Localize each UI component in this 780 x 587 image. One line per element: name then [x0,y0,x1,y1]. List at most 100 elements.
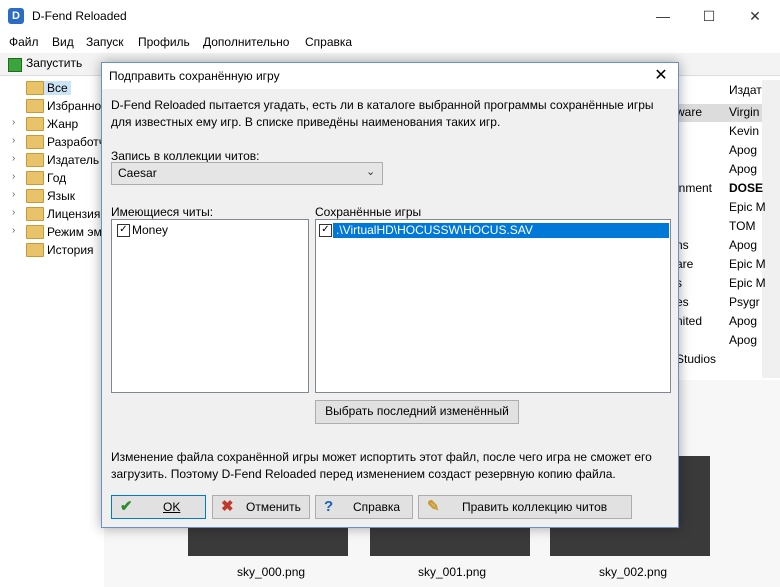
tree-expander[interactable]: › [12,225,15,236]
tree-item-license[interactable]: › Лицензия [12,205,104,223]
tree-item-label: Издатель [47,153,100,167]
saved-games-list[interactable]: ✓ .\VirtualHD\HOCUSSW\HOCUS.SAV [315,219,671,393]
menu-profile[interactable]: Профиль [138,35,190,49]
folder-icon [26,153,44,167]
cheat-record-value: Caesar [118,166,157,180]
checkmark-icon: ✔ [120,498,133,515]
list-cell: Epic M [729,276,766,290]
folder-icon [26,189,44,203]
list-cell: Kevin [729,124,760,138]
edit-cheat-collection-button[interactable]: ✎ Править коллекцию читов [418,495,632,519]
tree-item-genre[interactable]: › Жанр [12,115,104,133]
tree-item-label: Все [44,81,71,95]
list-cell: ware [676,105,703,119]
tree-item-label: История [47,243,94,257]
cancel-button[interactable]: ✖ Отменить [212,495,310,519]
select-last-modified-button[interactable]: Выбрать последний изменённый [315,400,519,424]
chevron-down-icon: ⌄ [366,166,376,178]
thumbnail-label: sky_002.png [599,565,668,579]
checkbox-checked[interactable]: ✓ [319,224,332,237]
cheat-record-dropdown[interactable]: Caesar ⌄ [111,162,383,185]
dialog-close-button[interactable]: ✕ [650,66,672,86]
pencil-icon: ✎ [427,498,440,515]
menu-help[interactable]: Справка [305,35,352,49]
cheat-label: Money [132,223,169,237]
tree-item-history[interactable]: История [12,241,104,259]
list-cell: Apog [729,314,758,328]
thumbnail-label: sky_001.png [418,565,487,579]
tree-expander[interactable]: › [12,153,15,164]
folder-icon [26,81,44,95]
available-cheats-list[interactable]: ✓ Money [111,219,309,393]
menu-file[interactable]: Файл [9,35,39,49]
list-cell: Epic M [729,257,766,271]
list-cell: Apog [729,238,758,252]
help-label: Справка [353,500,401,514]
question-icon: ? [324,498,334,515]
cancel-label: Отменить [246,500,301,514]
list-cell: Studios [676,352,717,366]
tree-item-label: Жанр [47,117,79,131]
tree-item-favorites[interactable]: Избранное [12,97,104,115]
list-cell: TOM [729,219,756,233]
folder-icon [26,225,44,239]
checkbox-checked[interactable]: ✓ [117,224,130,237]
cancel-x-icon: ✖ [221,498,234,515]
thumbnail-label: sky_000.png [237,565,306,579]
tree-item-year[interactable]: › Год [12,169,104,187]
cheat-record-label: Запись в коллекции читов: [111,149,260,163]
ok-button[interactable]: ✔ OK [111,495,206,519]
tree-item-developer[interactable]: › Разработчик [12,133,104,151]
game-list-scrollbar[interactable] [762,80,780,378]
close-window-button[interactable]: ✕ [732,0,778,32]
menu-view[interactable]: Вид [52,35,74,49]
tree-item-label: Язык [47,189,76,203]
list-cell: Epic M [729,200,766,214]
help-button[interactable]: ? Справка [315,495,413,519]
warning-text: Изменение файла сохранённой игры может и… [111,450,652,481]
tree-item-label: Разработчик [47,135,104,149]
tree-item-label: Лицензия [47,207,101,221]
folder-icon [26,99,44,113]
list-cell: Psygr [729,295,760,309]
dialog-title: Подправить сохранённую игру [109,69,280,83]
menu-extras[interactable]: Дополнительно [203,35,289,49]
ok-label: OK [163,500,181,514]
minimize-button[interactable]: — [640,0,686,32]
list-cell: Virgin [729,105,760,119]
list-cell: Apog [729,143,758,157]
edit-cheats-label: Править коллекцию читов [462,500,608,514]
available-cheats-label: Имеющиеся читы: [111,205,214,219]
folder-icon [26,243,44,257]
menu-run[interactable]: Запуск [86,35,124,49]
list-cell: Apog [729,333,758,347]
edit-savegame-dialog: Подправить сохранённую игру ✕ D-Fend Rel… [101,62,679,528]
list-cell: DOSE [729,181,764,195]
dialog-description: D-Fend Reloaded пытается угадать, есть л… [111,98,654,129]
saved-game-path: .\VirtualHD\HOCUSSW\HOCUS.SAV [333,223,669,238]
tree-item-label: Режим эмуляции [47,225,104,239]
tree-item-language[interactable]: › Язык [12,187,104,205]
folder-icon [26,135,44,149]
play-icon [8,58,22,72]
maximize-button[interactable]: ☐ [686,0,732,32]
window-title: D-Fend Reloaded [32,9,127,23]
launch-label: Запустить [26,56,83,70]
tree-expander[interactable]: › [12,117,15,128]
tree-item-emulation-mode[interactable]: › Режим эмуляции [12,223,104,241]
folder-icon [26,171,44,185]
list-cell: Apog [729,162,758,176]
list-cell: inment [676,181,713,195]
list-item[interactable]: ✓ .\VirtualHD\HOCUSSW\HOCUS.SAV [319,223,669,238]
tree-expander[interactable]: › [12,189,15,200]
app-icon: D [8,8,24,24]
tree-expander[interactable]: › [12,135,15,146]
folder-icon [26,207,44,221]
tree-expander[interactable]: › [12,171,15,182]
tree-item-publisher[interactable]: › Издатель [12,151,104,169]
folder-icon [26,117,44,131]
dialog-title-bar: Подправить сохранённую игру ✕ [102,63,678,89]
saved-games-label: Сохранённые игры [315,205,422,219]
tree-expander[interactable]: › [12,207,15,218]
tree-item-label: Год [47,171,67,185]
